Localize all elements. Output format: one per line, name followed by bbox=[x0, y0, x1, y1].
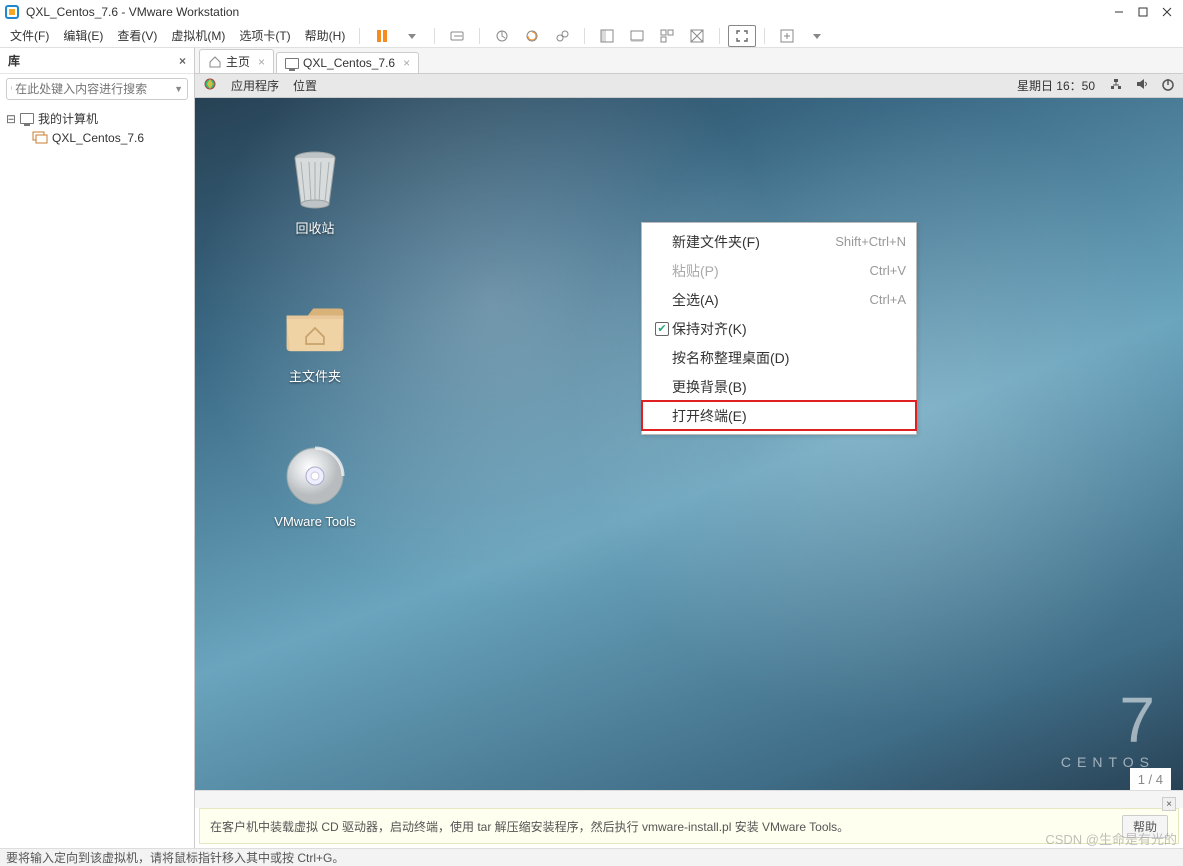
ctx-open-terminal[interactable]: 打开终端(E) bbox=[642, 401, 916, 430]
library-sidebar: 库 × ▼ ⊟ 我的计算机 QXL_Centos_7.6 bbox=[0, 48, 195, 848]
view-thumbnail-button[interactable] bbox=[653, 25, 681, 47]
disc-icon bbox=[283, 444, 347, 508]
vm-icon bbox=[32, 131, 48, 145]
menu-view[interactable]: 查看(V) bbox=[111, 25, 163, 46]
search-dropdown[interactable]: ▼ bbox=[174, 84, 183, 94]
divider bbox=[359, 28, 360, 44]
tree-child[interactable]: QXL_Centos_7.6 bbox=[2, 129, 192, 147]
desktop-icon-home-label: 主文件夹 bbox=[289, 366, 341, 385]
snapshot-button[interactable] bbox=[488, 25, 516, 47]
send-ctrl-alt-del-button[interactable] bbox=[443, 25, 471, 47]
sidebar-close-button[interactable]: × bbox=[179, 54, 186, 68]
applications-menu[interactable]: 应用程序 bbox=[231, 77, 279, 94]
app-icon bbox=[4, 4, 20, 20]
enter-fullscreen-button[interactable] bbox=[728, 25, 756, 47]
power-icon[interactable] bbox=[1161, 77, 1175, 94]
gnome-topbar: 应用程序 位置 星期日 16：50 bbox=[195, 74, 1183, 98]
minimize-button[interactable] bbox=[1107, 0, 1131, 24]
guest-desktop[interactable]: 回收站 主文件夹 bbox=[195, 98, 1183, 790]
menu-edit[interactable]: 编辑(E) bbox=[57, 25, 109, 46]
hint-text: 在客户机中装载虚拟 CD 驱动器，启动终端，使用 tar 解压缩安装程序，然后执… bbox=[210, 818, 849, 835]
ctx-organize[interactable]: 按名称整理桌面(D) bbox=[642, 343, 916, 372]
divider bbox=[434, 28, 435, 44]
volume-icon[interactable] bbox=[1135, 77, 1149, 94]
tree-child-label: QXL_Centos_7.6 bbox=[52, 131, 144, 145]
content-pane: 主页 × QXL_Centos_7.6 × 应用程序 位置 星期日 16：50 bbox=[195, 48, 1183, 848]
menubar: 文件(F) 编辑(E) 查看(V) 虚拟机(M) 选项卡(T) 帮助(H) bbox=[0, 24, 1183, 48]
sidebar-header: 库 × bbox=[0, 48, 194, 74]
tree-toggle-icon[interactable]: ⊟ bbox=[6, 112, 16, 126]
divider bbox=[479, 28, 480, 44]
ctx-select-all[interactable]: 全选(A) Ctrl+A bbox=[642, 285, 916, 314]
trash-icon bbox=[283, 148, 347, 212]
places-menu[interactable]: 位置 bbox=[293, 77, 317, 94]
ctx-new-folder[interactable]: 新建文件夹(F) Shift+Ctrl+N bbox=[642, 227, 916, 256]
desktop-context-menu: 新建文件夹(F) Shift+Ctrl+N 粘贴(P) Ctrl+V 全选(A)… bbox=[641, 222, 917, 435]
view-single-button[interactable] bbox=[593, 25, 621, 47]
watermark: CSDN @生命是有光的 bbox=[1045, 829, 1177, 848]
window-title: QXL_Centos_7.6 - VMware Workstation bbox=[26, 5, 1107, 19]
sidebar-title: 库 bbox=[8, 52, 20, 69]
menu-vm[interactable]: 虚拟机(M) bbox=[165, 25, 231, 46]
network-icon[interactable] bbox=[1109, 77, 1123, 94]
desktop-icon-trash-label: 回收站 bbox=[295, 218, 334, 237]
divider bbox=[764, 28, 765, 44]
statusbar: 要将输入定向到该虚拟机，请将鼠标指针移入其中或按 Ctrl+G。 bbox=[0, 848, 1183, 866]
page-counter: 1 / 4 bbox=[1130, 768, 1171, 790]
tabbar: 主页 × QXL_Centos_7.6 × bbox=[195, 48, 1183, 74]
checkbox-icon: ✔ bbox=[655, 322, 669, 336]
ctx-change-background[interactable]: 更换背景(B) bbox=[642, 372, 916, 401]
desktop-icon-home[interactable]: 主文件夹 bbox=[255, 296, 375, 385]
stretch-guest-button[interactable] bbox=[773, 25, 801, 47]
tree-root-label: 我的计算机 bbox=[38, 110, 98, 127]
snapshot-manager-button[interactable] bbox=[548, 25, 576, 47]
hint-close-button[interactable]: × bbox=[1162, 797, 1176, 811]
menu-tabs[interactable]: 选项卡(T) bbox=[233, 25, 296, 46]
centos-version: 7 bbox=[1061, 695, 1155, 746]
search-input[interactable] bbox=[15, 82, 170, 96]
activities-icon[interactable] bbox=[203, 77, 217, 94]
tab-close-icon[interactable]: × bbox=[403, 56, 410, 70]
tab-vm[interactable]: QXL_Centos_7.6 × bbox=[276, 52, 419, 73]
tree-root[interactable]: ⊟ 我的计算机 bbox=[2, 108, 192, 129]
toolbar-dropdown[interactable] bbox=[398, 25, 426, 47]
horizontal-scrollbar[interactable] bbox=[195, 790, 1183, 808]
ctx-keep-aligned[interactable]: ✔ 保持对齐(K) bbox=[642, 314, 916, 343]
centos-branding: 7 CENTOS bbox=[1061, 695, 1155, 770]
menu-file[interactable]: 文件(F) bbox=[4, 25, 55, 46]
computer-icon bbox=[20, 113, 34, 124]
close-button[interactable] bbox=[1155, 0, 1179, 24]
home-icon bbox=[208, 55, 222, 69]
desktop-icon-vmtools-label: VMware Tools bbox=[274, 514, 355, 529]
divider bbox=[584, 28, 585, 44]
view-console-button[interactable] bbox=[623, 25, 651, 47]
desktop-icon-trash[interactable]: 回收站 bbox=[255, 148, 375, 237]
window-titlebar: QXL_Centos_7.6 - VMware Workstation bbox=[0, 0, 1183, 24]
hint-bar: × 在客户机中装载虚拟 CD 驱动器，启动终端，使用 tar 解压缩安装程序，然… bbox=[199, 808, 1179, 844]
ctx-paste: 粘贴(P) Ctrl+V bbox=[642, 256, 916, 285]
menu-help[interactable]: 帮助(H) bbox=[299, 25, 352, 46]
sidebar-tree: ⊟ 我的计算机 QXL_Centos_7.6 bbox=[0, 104, 194, 848]
tab-vm-label: QXL_Centos_7.6 bbox=[303, 56, 395, 70]
tab-home[interactable]: 主页 × bbox=[199, 49, 274, 73]
maximize-button[interactable] bbox=[1131, 0, 1155, 24]
toolbar-dropdown-2[interactable] bbox=[803, 25, 831, 47]
pause-button[interactable] bbox=[368, 25, 396, 47]
tab-close-icon[interactable]: × bbox=[258, 55, 265, 69]
tab-home-label: 主页 bbox=[226, 53, 250, 70]
sidebar-search[interactable]: ▼ bbox=[6, 78, 188, 100]
clock[interactable]: 星期日 16：50 bbox=[1017, 77, 1095, 94]
snapshot-revert-button[interactable] bbox=[518, 25, 546, 47]
view-unity-button[interactable] bbox=[683, 25, 711, 47]
desktop-icon-vmtools[interactable]: VMware Tools bbox=[255, 444, 375, 529]
folder-home-icon bbox=[283, 296, 347, 360]
divider bbox=[719, 28, 720, 44]
monitor-icon bbox=[285, 58, 299, 69]
status-text: 要将输入定向到该虚拟机，请将鼠标指针移入其中或按 Ctrl+G。 bbox=[6, 849, 344, 866]
